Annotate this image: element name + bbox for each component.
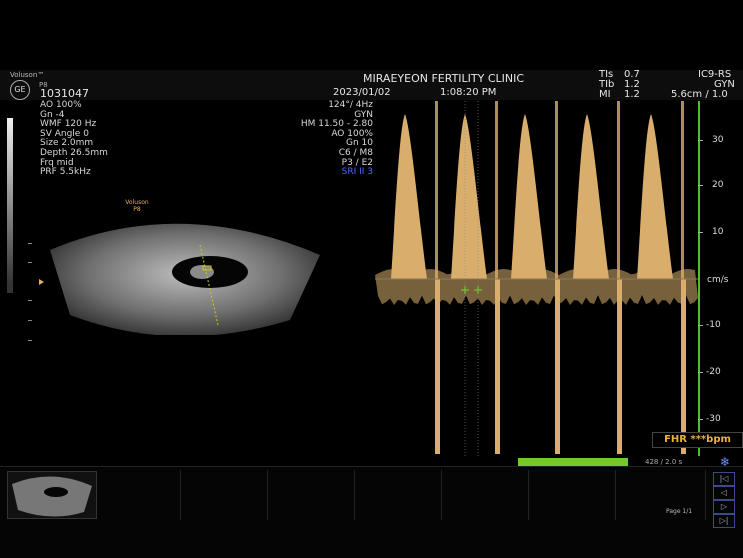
- embryo: [190, 265, 214, 279]
- next-frame-button[interactable]: ▷: [713, 500, 735, 514]
- snowflake-icon[interactable]: ❄: [718, 456, 732, 468]
- scale-label-20: 20: [712, 180, 724, 190]
- cine-frame[interactable]: [441, 470, 529, 520]
- mi-label: MI: [599, 89, 611, 100]
- last-frame-button[interactable]: ▷|: [713, 514, 735, 528]
- ge-logo-icon: GE: [10, 80, 30, 100]
- scale-label-minus30: -30: [706, 414, 721, 424]
- scale-label-30: 30: [712, 135, 724, 145]
- mid-parameter-list: 124°/ 4Hz GYN HM 11.50 - 2.80 AO 100% Gn…: [290, 100, 373, 178]
- header-bar: Voluson™ P8 1031047 MIRAEYEON FERTILITY …: [0, 69, 743, 100]
- clinic-name: MIRAEYEON FERTILITY CLINIC: [363, 72, 525, 85]
- cine-frame[interactable]: [528, 470, 616, 520]
- image-brand: Voluson: [125, 199, 149, 206]
- cine-frame[interactable]: [354, 470, 442, 520]
- cine-frame[interactable]: [615, 470, 706, 520]
- param-item: PRF 5.5kHz: [40, 167, 91, 178]
- image-probe: P8: [133, 206, 141, 213]
- forward-spike: [495, 101, 498, 279]
- reverse-spike: [681, 279, 686, 454]
- exam-time: 1:08:20 PM: [440, 87, 497, 98]
- brand-label: Voluson™: [10, 71, 45, 79]
- reverse-spike: [555, 279, 560, 454]
- exam-date: 2023/01/02: [333, 87, 391, 98]
- bmode-image: [50, 223, 320, 335]
- scale-label-minus20: -20: [706, 367, 721, 377]
- page-indicator: Page 1/1: [666, 508, 693, 515]
- forward-spike: [555, 101, 558, 279]
- systolic-peak: [511, 114, 547, 279]
- thumbnail-image: [12, 476, 92, 517]
- forward-spike: [681, 101, 684, 279]
- scale-label-10: 10: [712, 227, 724, 237]
- cine-frame[interactable]: [95, 470, 181, 520]
- scale-edge: [698, 101, 700, 456]
- left-parameter-list: AO 100% Gn -4 WMF 120 Hz SV Angle 0 Size…: [40, 100, 108, 178]
- systolic-peak: [451, 114, 487, 279]
- param-item: SRI II 3: [341, 167, 373, 178]
- forward-spike: [435, 101, 438, 279]
- reverse-spike: [435, 279, 440, 454]
- cine-frame[interactable]: [180, 470, 268, 520]
- systolic-peak: [391, 114, 427, 279]
- mi-value: 1.2: [624, 89, 640, 100]
- systolic-peak: [637, 114, 673, 279]
- fhr-readout: FHR ***bpm: [652, 432, 743, 448]
- depth-scale: 5.6cm / 1.0: [671, 89, 728, 100]
- forward-spike: [617, 101, 620, 279]
- thumbnail[interactable]: [7, 471, 97, 519]
- systolic-peak: [573, 114, 609, 279]
- grayscale-bar: [7, 118, 13, 293]
- cine-frame[interactable]: [267, 470, 355, 520]
- doppler-spectrum: [375, 101, 698, 456]
- scale-unit: cm/s: [707, 275, 729, 285]
- velocity-scale: 30 20 10 cm/s -10 -20 -30: [698, 101, 743, 456]
- cine-progress-bar[interactable]: [518, 458, 628, 466]
- patient-id: 1031047: [40, 87, 89, 100]
- reverse-spike: [495, 279, 500, 454]
- scale-label-minus10: -10: [706, 320, 721, 330]
- reverse-spike: [617, 279, 622, 454]
- prev-frame-button[interactable]: ◁: [713, 486, 735, 500]
- image-label: Voluson P8: [122, 199, 152, 213]
- first-frame-button[interactable]: |◁: [713, 472, 735, 486]
- sweep-readout: 428 / 2.0 s: [645, 458, 683, 466]
